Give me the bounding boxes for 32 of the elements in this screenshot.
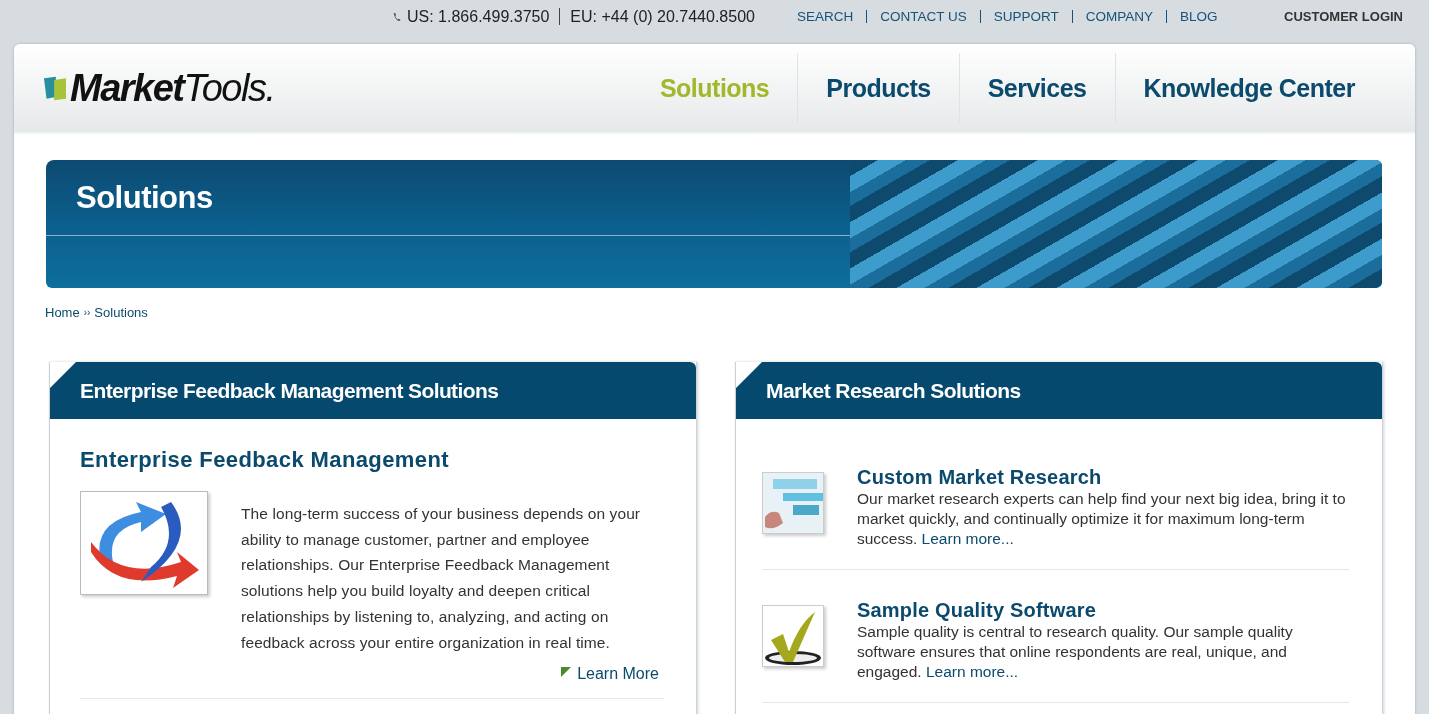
nav-tab[interactable]: Services (959, 73, 1115, 103)
learn-more-link[interactable]: Learn More (577, 665, 659, 684)
panel-title: Enterprise Feedback Management Solutions (80, 378, 499, 403)
checkmark-thumbnail (762, 605, 824, 667)
item-heading[interactable]: Sample Quality Software (857, 599, 1097, 622)
item-description: Our market research experts can help find your next big idea, bring it to market quickly, and continually optimize it for maximum long-term success. Learn more... (857, 489, 1347, 549)
triangle-icon (561, 667, 572, 678)
breadcrumb-link[interactable]: Solutions (94, 305, 148, 320)
customer-login-link[interactable]: CUSTOMER LOGIN (1284, 9, 1403, 24)
phone-number: US: 1.866.499.3750 (407, 7, 550, 26)
top-link[interactable]: COMPANY (1085, 9, 1153, 24)
breadcrumb-link[interactable]: Home (45, 305, 80, 320)
learn-more-link[interactable]: Learn more... (925, 663, 1019, 680)
feature-heading[interactable]: Enterprise Feedback Management (80, 447, 449, 473)
learn-more-link[interactable]: Learn more... (921, 530, 1014, 547)
phone-icon (392, 10, 401, 23)
nav-tab[interactable]: Knowledge Center (1115, 73, 1383, 103)
feature-description: The long-term success of your business depends on your ability to manage customer, partner and employee relationships. Our Enterprise Feedback Management solutions help you build loyalty and deepen critical relationships by listening to, analyzing, and acting on feedback across your entire organization in real time. (241, 504, 642, 653)
chart-thumbnail (762, 472, 824, 534)
top-link[interactable]: BLOG (1180, 9, 1218, 24)
item-heading[interactable]: Custom Market Research (857, 466, 1102, 489)
item-description: Sample quality is central to research quality. Our sample quality software ensures that online respondents are real, unique, and engaged. Learn more... (857, 622, 1294, 682)
top-link[interactable]: SUPPORT (993, 9, 1059, 24)
top-link[interactable]: CONTACT US (880, 9, 967, 24)
hero-title: Solutions (76, 179, 213, 216)
top-link[interactable]: SEARCH (796, 9, 854, 24)
logo[interactable]: MarketTools. (70, 66, 275, 110)
phone-number: EU: +44 (0) 20.7440.8500 (570, 7, 755, 26)
panel-title: Market Research Solutions (766, 378, 1021, 403)
logo-mark-icon (44, 74, 66, 102)
nav-tab[interactable]: Products (798, 73, 959, 103)
breadcrumb-separator: ›› (83, 307, 91, 318)
